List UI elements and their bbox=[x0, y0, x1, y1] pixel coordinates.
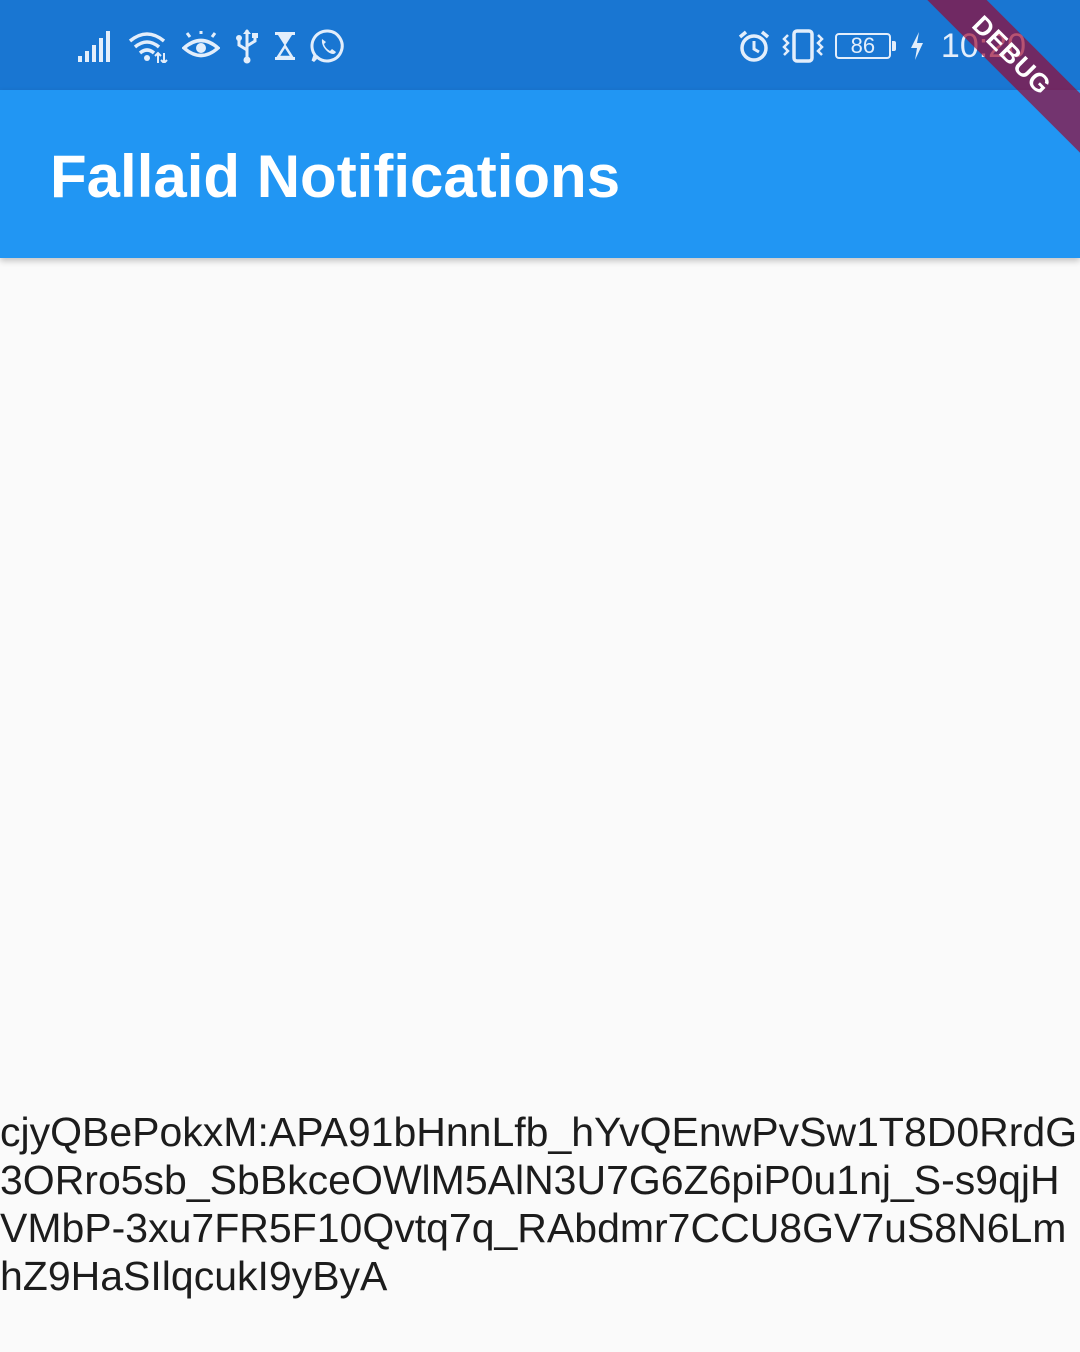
wifi-icon bbox=[128, 29, 168, 63]
signal-icon bbox=[78, 30, 114, 62]
charging-icon bbox=[909, 31, 925, 61]
app-bar: Fallaid Notifications bbox=[0, 90, 1080, 258]
alarm-icon bbox=[737, 29, 771, 63]
whatsapp-icon bbox=[310, 28, 346, 64]
vibrate-icon bbox=[781, 29, 825, 63]
battery-level: 86 bbox=[850, 33, 876, 58]
battery-icon: 86 bbox=[834, 33, 896, 59]
token-text: cjyQBePokxM:APA91bHnnLfb_hYvQEnwPvSw1T8D… bbox=[0, 1109, 1078, 1299]
status-bar: 86 10:20 bbox=[0, 0, 1080, 90]
page-title: Fallaid Notifications bbox=[50, 143, 621, 210]
usb-icon bbox=[234, 28, 260, 64]
status-left-icons bbox=[78, 26, 346, 66]
eye-icon bbox=[182, 31, 220, 61]
hourglass-icon bbox=[274, 31, 296, 61]
